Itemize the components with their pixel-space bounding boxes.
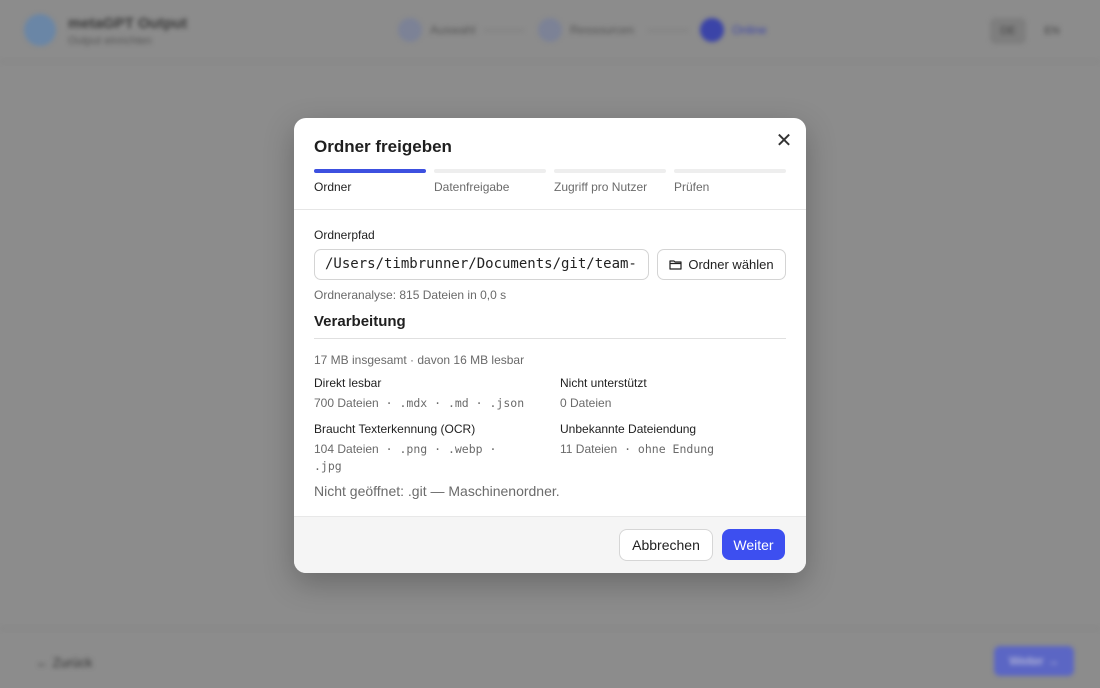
step-progress-bar <box>434 169 546 173</box>
folder-analysis-text: Ordneranalyse: 815 Dateien in 0,0 s <box>314 288 507 302</box>
bg-next-button: Weiter → <box>994 646 1074 676</box>
category-count: 104 Dateien <box>314 442 379 456</box>
step-dot <box>538 18 562 42</box>
app-header: metaGPT Output Output einrichten Auswahl… <box>0 0 1100 62</box>
step-ordner[interactable]: Ordner <box>314 169 426 194</box>
category-detail: 700 Dateien · .mdx · .md · .json <box>314 395 544 412</box>
step-pruefen[interactable]: Prüfen <box>674 169 786 194</box>
section-title: Verarbeitung <box>314 313 406 330</box>
category-title: Nicht unterstützt <box>560 376 647 390</box>
step-progress-bar <box>674 169 786 173</box>
step-dot <box>398 18 422 42</box>
step-progress-bar <box>314 169 426 173</box>
dialog-footer: Abbrechen Weiter <box>294 516 806 573</box>
step-zugriff[interactable]: Zugriff pro Nutzer <box>554 169 666 194</box>
choose-folder-button[interactable]: Ordner wählen <box>657 249 786 280</box>
bg-step-3: Online <box>700 18 767 42</box>
bg-step-label: Online <box>732 23 767 37</box>
back-button: ← Zurück <box>36 655 93 670</box>
app-title: metaGPT Output <box>68 15 188 32</box>
next-button[interactable]: Weiter <box>722 529 785 560</box>
app-logo <box>24 14 56 46</box>
category-ocr: Braucht Texterkennung (OCR) 104 Dateien … <box>314 422 519 475</box>
category-detail: 11 Dateien · ohne Endung <box>560 441 790 458</box>
step-dot <box>700 18 724 42</box>
category-detail: 104 Dateien · .png · .webp · .jpg <box>314 441 519 475</box>
divider <box>294 209 806 210</box>
category-count: 0 Dateien <box>560 396 612 410</box>
lang-de: DE <box>990 18 1026 44</box>
dialog-title: Ordner freigeben <box>314 137 452 156</box>
category-count: 700 Dateien <box>314 396 379 410</box>
category-detail: 0 Dateien <box>560 395 790 412</box>
step-datenfreigabe[interactable]: Datenfreigabe <box>434 169 546 194</box>
category-title: Direkt lesbar <box>314 376 382 390</box>
category-direct: Direkt lesbar 700 Dateien · .mdx · .md ·… <box>314 376 544 412</box>
bg-step-label: Ressourcen <box>570 23 635 37</box>
step-label: Prüfen <box>674 180 710 194</box>
step-label: Ordner <box>314 180 352 194</box>
section-divider <box>314 338 786 339</box>
path-label: Ordnerpfad <box>314 228 375 242</box>
path-value: /Users/timbrunner/Documents/git/team- <box>325 256 637 272</box>
app-footer: ← Zurück Weiter → <box>0 628 1100 688</box>
step-progress-bar <box>554 169 666 173</box>
step-label: Datenfreigabe <box>434 180 510 194</box>
step-separator <box>484 30 524 31</box>
cancel-button[interactable]: Abbrechen <box>619 529 713 561</box>
category-title: Braucht Texterkennung (OCR) <box>314 422 476 436</box>
bg-step-2: Ressourcen <box>538 18 634 42</box>
category-extensions: · .mdx · .md · .json <box>378 396 525 410</box>
lang-en: EN <box>1044 25 1060 37</box>
excluded-note: Nicht geöffnet: .git — Maschinenordner. <box>314 483 560 499</box>
close-icon[interactable]: ✕ <box>772 129 796 153</box>
folder-icon <box>669 259 682 270</box>
category-unknown: Unbekannte Dateiendung 11 Dateien · ohne… <box>560 422 790 458</box>
share-folder-dialog: Ordner freigeben ✕ Ordner Datenfreigabe … <box>294 118 806 573</box>
category-unsupported: Nicht unterstützt 0 Dateien <box>560 376 790 412</box>
choose-folder-label: Ordner wählen <box>688 257 774 272</box>
size-summary: 17 MB insgesamt · davon 16 MB lesbar <box>314 353 525 367</box>
category-title: Unbekannte Dateiendung <box>560 422 697 436</box>
bg-step-label: Auswahl <box>430 23 476 37</box>
category-count: 11 Dateien <box>560 442 618 456</box>
folder-path-input[interactable]: /Users/timbrunner/Documents/git/team- <box>314 249 649 280</box>
stepper: Ordner Datenfreigabe Zugriff pro Nutzer … <box>314 169 786 199</box>
category-extensions: · ohne Endung <box>617 442 715 456</box>
step-label: Zugriff pro Nutzer <box>554 180 648 194</box>
step-separator <box>648 30 688 31</box>
app-subtitle: Output einrichten <box>68 35 152 47</box>
bg-step-1: Auswahl <box>398 18 475 42</box>
